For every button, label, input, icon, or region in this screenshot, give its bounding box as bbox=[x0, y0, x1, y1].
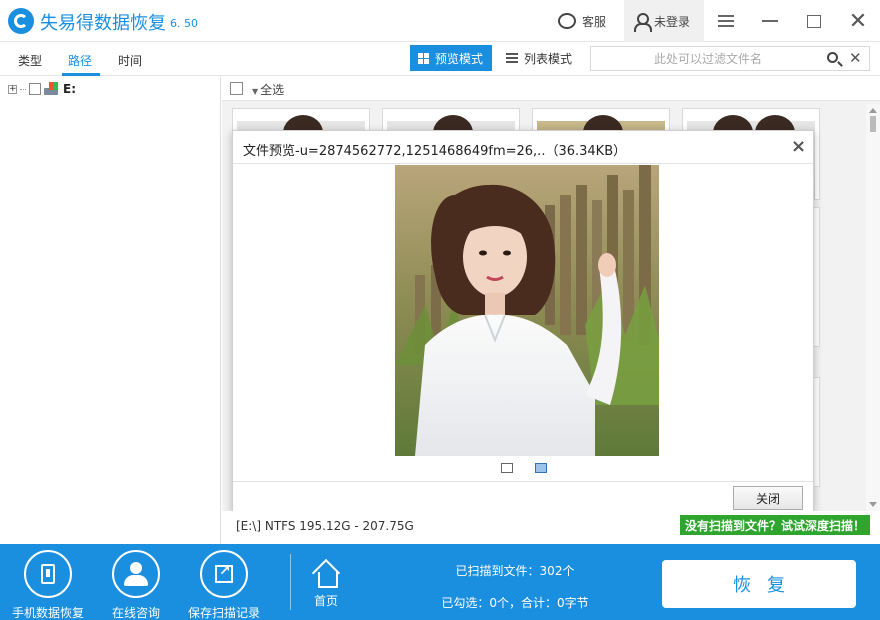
scroll-up-icon[interactable] bbox=[869, 108, 877, 113]
select-all-row: ▼ 全选 bbox=[222, 77, 880, 101]
actual-size-icon[interactable] bbox=[535, 463, 547, 473]
bottom-bar: 手机数据恢复 在线咨询 保存扫描记录 首页 已扫描到文件：302个 已勾选：0个… bbox=[0, 544, 880, 620]
list-mode-button[interactable]: 列表模式 bbox=[498, 45, 580, 71]
divider bbox=[290, 554, 291, 610]
select-all-checkbox[interactable] bbox=[230, 82, 243, 95]
tree-item-drive-e[interactable]: + E: bbox=[8, 82, 76, 96]
login-label: 未登录 bbox=[654, 14, 691, 29]
dialog-title: 文件预览-u=2874562772,1251468649fm=26,..（36.… bbox=[243, 144, 627, 159]
scanned-files-count: 已扫描到文件：302个 bbox=[455, 564, 575, 578]
expand-icon[interactable]: + bbox=[8, 84, 17, 94]
drive-icon bbox=[44, 82, 60, 96]
app-logo-icon bbox=[8, 8, 34, 34]
clear-search-icon[interactable]: ✕ bbox=[849, 49, 862, 67]
user-icon bbox=[634, 13, 652, 32]
menu-button[interactable] bbox=[704, 0, 748, 42]
share-icon bbox=[215, 563, 233, 583]
fit-to-window-icon[interactable] bbox=[501, 463, 513, 473]
divider bbox=[233, 481, 813, 482]
preview-mode-label: 预览模式 bbox=[435, 51, 484, 66]
drive-label: E: bbox=[63, 82, 76, 96]
tab-type[interactable]: 类型 bbox=[18, 52, 42, 69]
phone-recovery-button[interactable]: 手机数据恢复 bbox=[0, 550, 96, 620]
title-bar: 失易得数据恢复 6. 50 客服 未登录 ✕ bbox=[0, 0, 880, 42]
status-line: [E:\] NTFS 195.12G - 207.75G 没有扫描到文件？试试深… bbox=[222, 511, 880, 544]
scrollbar-thumb[interactable] bbox=[870, 116, 876, 132]
search-box: ✕ bbox=[590, 46, 870, 71]
phone-icon bbox=[41, 564, 55, 584]
scan-stats: 已扫描到文件：302个 已勾选：0个，合计：0字节 bbox=[400, 544, 630, 620]
vertical-scrollbar[interactable] bbox=[866, 104, 880, 511]
search-icon[interactable] bbox=[827, 52, 838, 63]
preview-image bbox=[395, 165, 659, 456]
dialog-close-icon[interactable]: × bbox=[791, 136, 806, 157]
app-title: 失易得数据恢复 bbox=[40, 13, 166, 34]
maximize-icon bbox=[807, 14, 821, 28]
online-consult-button[interactable]: 在线咨询 bbox=[88, 550, 184, 620]
person-icon bbox=[123, 562, 149, 586]
list-icon bbox=[506, 53, 518, 63]
tab-time[interactable]: 时间 bbox=[118, 52, 142, 69]
toolbar: 类型 路径 时间 预览模式 列表模式 ✕ bbox=[0, 42, 880, 76]
select-all-label[interactable]: ▼ 全选 bbox=[252, 81, 284, 98]
minimize-button[interactable] bbox=[748, 0, 792, 42]
folder-tree-panel: + E: bbox=[0, 77, 221, 544]
save-scan-record-button[interactable]: 保存扫描记录 bbox=[176, 550, 272, 620]
divider bbox=[233, 163, 813, 164]
close-icon: ✕ bbox=[848, 8, 868, 34]
app-window: 失易得数据恢复 6. 50 客服 未登录 ✕ 类型 路径 时间 预览模 bbox=[0, 0, 880, 620]
grid-icon bbox=[418, 52, 429, 64]
login-button[interactable]: 未登录 bbox=[624, 0, 704, 42]
recover-button[interactable]: 恢复 bbox=[662, 560, 856, 608]
dialog-close-button[interactable]: 关闭 bbox=[733, 486, 803, 510]
scroll-down-icon[interactable] bbox=[869, 502, 877, 507]
online-consult-label: 在线咨询 bbox=[111, 606, 160, 620]
file-preview-dialog: 文件预览-u=2874562772,1251468649fm=26,..（36.… bbox=[232, 130, 814, 514]
drive-checkbox[interactable] bbox=[29, 83, 41, 95]
phone-recovery-label: 手机数据恢复 bbox=[11, 606, 84, 620]
minimize-icon bbox=[762, 20, 778, 22]
selected-files-summary: 已勾选：0个，合计：0字节 bbox=[441, 596, 589, 610]
active-tab-indicator bbox=[62, 73, 100, 76]
home-label: 首页 bbox=[313, 594, 338, 608]
save-scan-record-label: 保存扫描记录 bbox=[187, 606, 260, 620]
hamburger-icon bbox=[718, 15, 734, 27]
tree-connector bbox=[20, 88, 26, 90]
maximize-button[interactable] bbox=[792, 0, 836, 42]
search-input[interactable] bbox=[595, 49, 821, 68]
app-version: 6. 50 bbox=[170, 17, 198, 30]
chat-icon bbox=[558, 10, 576, 29]
customer-service-label: 客服 bbox=[582, 14, 607, 29]
deep-scan-button[interactable]: 没有扫描到文件？试试深度扫描！ bbox=[680, 515, 870, 535]
customer-service-button[interactable]: 客服 bbox=[558, 0, 606, 42]
home-icon bbox=[312, 560, 340, 588]
preview-mode-button[interactable]: 预览模式 bbox=[410, 45, 492, 71]
tab-path[interactable]: 路径 bbox=[68, 52, 92, 69]
volume-info: [E:\] NTFS 195.12G - 207.75G bbox=[236, 519, 414, 533]
close-window-button[interactable]: ✕ bbox=[836, 0, 880, 42]
list-mode-label: 列表模式 bbox=[524, 51, 573, 66]
home-button[interactable]: 首页 bbox=[304, 560, 348, 609]
caret-down-icon: ▼ bbox=[252, 87, 259, 96]
